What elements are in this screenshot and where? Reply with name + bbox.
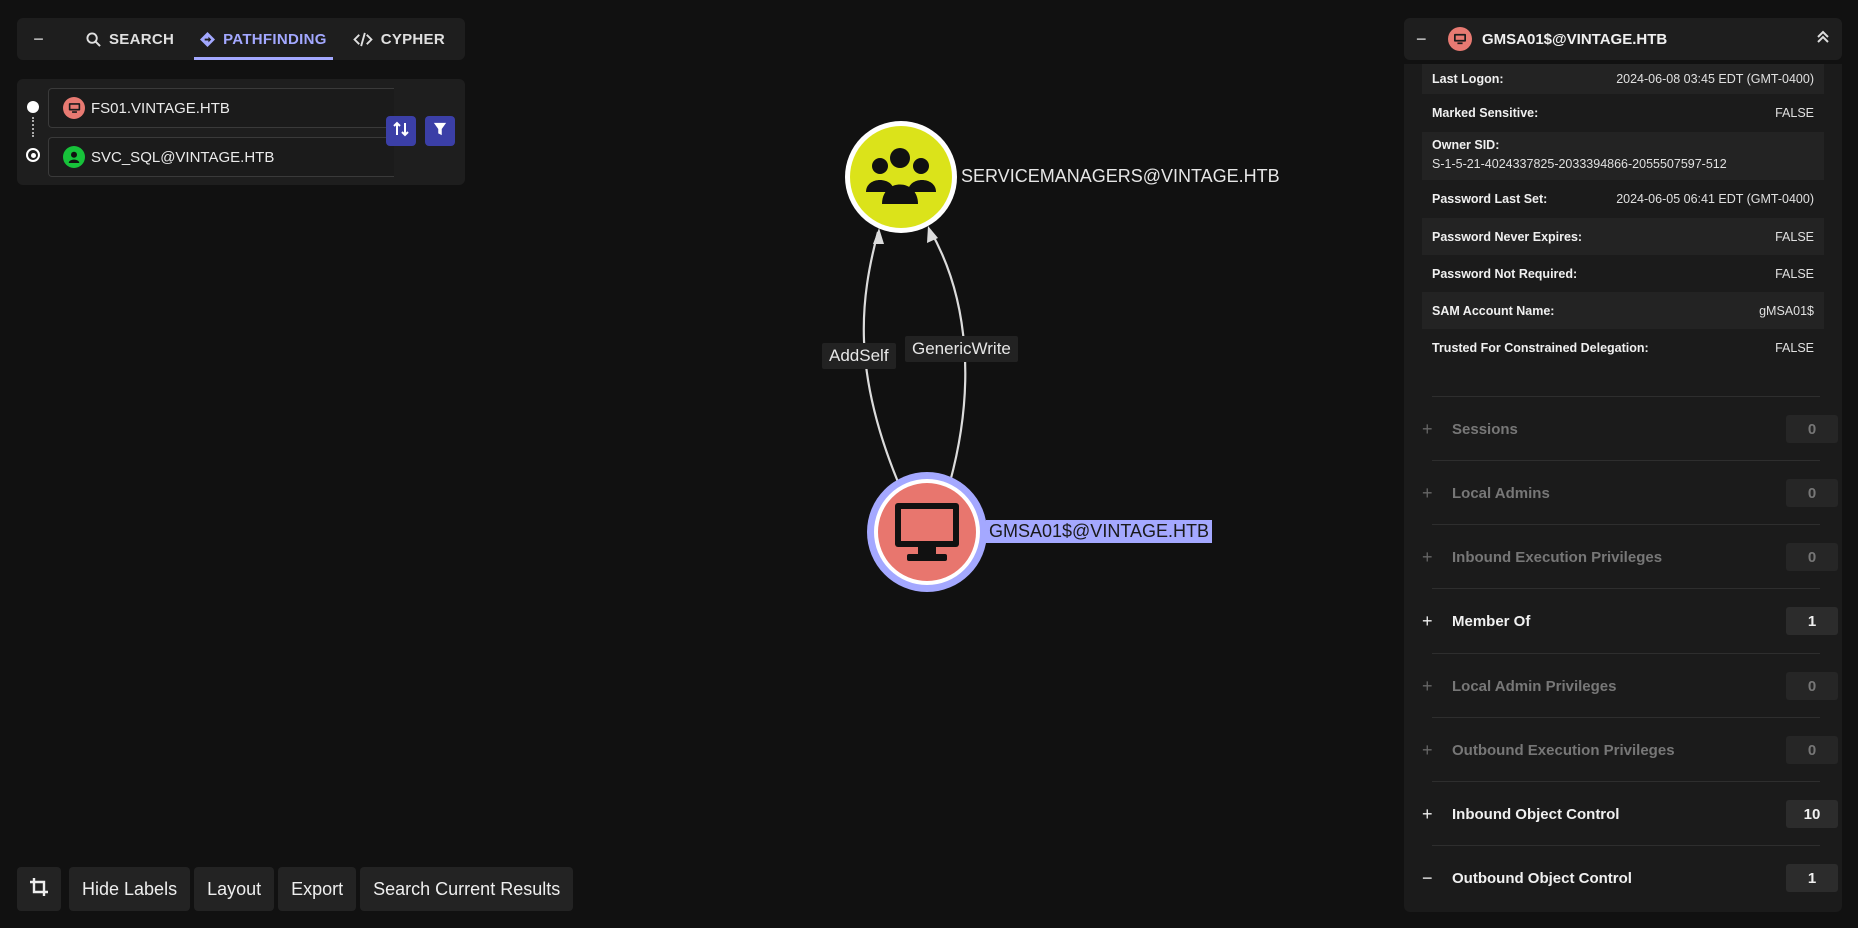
section-name: Outbound Object Control — [1452, 869, 1632, 887]
prop-value: gMSA01$ — [1759, 303, 1814, 318]
divider — [1432, 460, 1820, 461]
divider — [1432, 781, 1820, 782]
prop-value: FALSE — [1775, 266, 1814, 281]
prop-sam-account-name: SAM Account Name: gMSA01$ — [1422, 292, 1824, 329]
prop-value: FALSE — [1775, 229, 1814, 244]
expand-icon: + — [1422, 546, 1433, 567]
section-outbound-object-control[interactable]: − Outbound Object Control 1 — [1422, 851, 1842, 905]
graph-toolbar: Hide Labels Layout Export Search Current… — [17, 867, 574, 911]
search-current-results-button[interactable]: Search Current Results — [360, 867, 574, 911]
section-local-admin-privileges[interactable]: + Local Admin Privileges 0 — [1422, 659, 1842, 713]
prop-value: 2024-06-05 06:41 EDT (GMT-0400) — [1616, 192, 1814, 206]
layout-button[interactable]: Layout — [194, 867, 275, 911]
expand-icon: + — [1422, 418, 1433, 439]
fit-to-screen-button[interactable] — [17, 867, 61, 911]
section-outbound-execution-privileges[interactable]: + Outbound Execution Privileges 0 — [1422, 723, 1842, 777]
expand-icon: + — [1422, 803, 1433, 824]
prop-password-not-required: Password Not Required: FALSE — [1422, 255, 1824, 292]
section-name: Local Admin Privileges — [1452, 677, 1617, 695]
section-count: 0 — [1786, 736, 1838, 764]
prop-value: S-1-5-21-4024337825-2033394866-205550759… — [1432, 157, 1727, 171]
expand-icon: + — [1422, 610, 1433, 631]
expand-icon: + — [1422, 482, 1433, 503]
edge-label-genericwrite[interactable]: GenericWrite — [905, 336, 1018, 362]
node-label-servicemanagers[interactable]: SERVICEMANAGERS@VINTAGE.HTB — [961, 166, 1280, 187]
edge-label-addself[interactable]: AddSelf — [822, 343, 896, 369]
divider — [1432, 524, 1820, 525]
section-count: 1 — [1786, 607, 1838, 635]
prop-last-logon: Last Logon: 2024-06-08 03:45 EDT (GMT-04… — [1422, 64, 1824, 94]
divider — [1432, 845, 1820, 846]
computer-icon — [1448, 27, 1472, 51]
divider — [1432, 588, 1820, 589]
collapse-icon: − — [1422, 867, 1433, 888]
export-button[interactable]: Export — [278, 867, 357, 911]
prop-key: Password Last Set: — [1432, 192, 1548, 206]
expand-icon: + — [1422, 675, 1433, 696]
graph-node-gmsa01[interactable] — [867, 472, 987, 592]
entity-title: GMSA01$@VINTAGE.HTB — [1482, 30, 1668, 48]
graph-edges — [845, 121, 987, 592]
prop-password-last-set: Password Last Set: 2024-06-05 06:41 EDT … — [1422, 180, 1824, 218]
section-count: 0 — [1786, 415, 1838, 443]
collapse-panel-button[interactable]: − — [1416, 29, 1440, 50]
section-inbound-object-control[interactable]: + Inbound Object Control 10 — [1422, 787, 1842, 841]
prop-password-never-expires: Password Never Expires: FALSE — [1422, 218, 1824, 255]
prop-key: Password Never Expires: — [1432, 229, 1583, 244]
prop-key: Owner SID: — [1432, 138, 1500, 152]
section-count: 1 — [1786, 864, 1838, 892]
prop-key: Marked Sensitive: — [1432, 106, 1539, 120]
section-local-admins[interactable]: + Local Admins 0 — [1422, 466, 1842, 520]
section-count: 0 — [1786, 479, 1838, 507]
prop-value: 2024-06-08 03:45 EDT (GMT-0400) — [1616, 72, 1814, 86]
edge-addself-arrow-icon — [873, 228, 884, 244]
prop-owner-sid: Owner SID: S-1-5-21-4024337825-203339486… — [1422, 132, 1824, 180]
section-name: Inbound Object Control — [1452, 805, 1620, 823]
expand-icon: + — [1422, 739, 1433, 760]
section-inbound-execution-privileges[interactable]: + Inbound Execution Privileges 0 — [1422, 530, 1842, 584]
section-sessions[interactable]: + Sessions 0 — [1422, 402, 1842, 456]
section-count: 10 — [1786, 800, 1838, 828]
section-name: Sessions — [1452, 420, 1518, 438]
prop-trusted-delegation: Trusted For Constrained Delegation: FALS… — [1422, 329, 1824, 366]
section-name: Local Admins — [1452, 484, 1550, 502]
divider — [1432, 396, 1820, 397]
section-name: Outbound Execution Privileges — [1452, 741, 1675, 759]
prop-marked-sensitive: Marked Sensitive: FALSE — [1422, 94, 1824, 132]
section-name: Inbound Execution Privileges — [1452, 548, 1663, 566]
prop-key: SAM Account Name: — [1432, 303, 1555, 318]
prop-key: Password Not Required: — [1432, 266, 1578, 281]
prop-key: Trusted For Constrained Delegation: — [1432, 340, 1649, 355]
prop-key: Last Logon: — [1432, 72, 1504, 86]
section-name: Member Of — [1452, 612, 1531, 630]
crop-icon — [29, 877, 49, 902]
node-label-gmsa01[interactable]: GMSA01$@VINTAGE.HTB — [986, 520, 1212, 543]
prop-value: FALSE — [1775, 106, 1814, 120]
prop-value: FALSE — [1775, 340, 1814, 355]
section-member-of[interactable]: + Member Of 1 — [1422, 594, 1842, 648]
entity-panel-header: − GMSA01$@VINTAGE.HTB — [1404, 18, 1842, 60]
section-count: 0 — [1786, 672, 1838, 700]
section-count: 0 — [1786, 543, 1838, 571]
chevron-up-icon[interactable] — [1816, 30, 1830, 49]
hide-labels-button[interactable]: Hide Labels — [69, 867, 191, 911]
graph-canvas[interactable]: AddSelf GenericWrite SERVICEMANAGERS@VIN… — [0, 0, 1400, 928]
entity-panel-body[interactable]: Last Logon: 2024-06-08 03:45 EDT (GMT-04… — [1404, 64, 1842, 912]
divider — [1432, 717, 1820, 718]
divider — [1432, 653, 1820, 654]
graph-node-servicemanagers[interactable] — [845, 121, 957, 233]
